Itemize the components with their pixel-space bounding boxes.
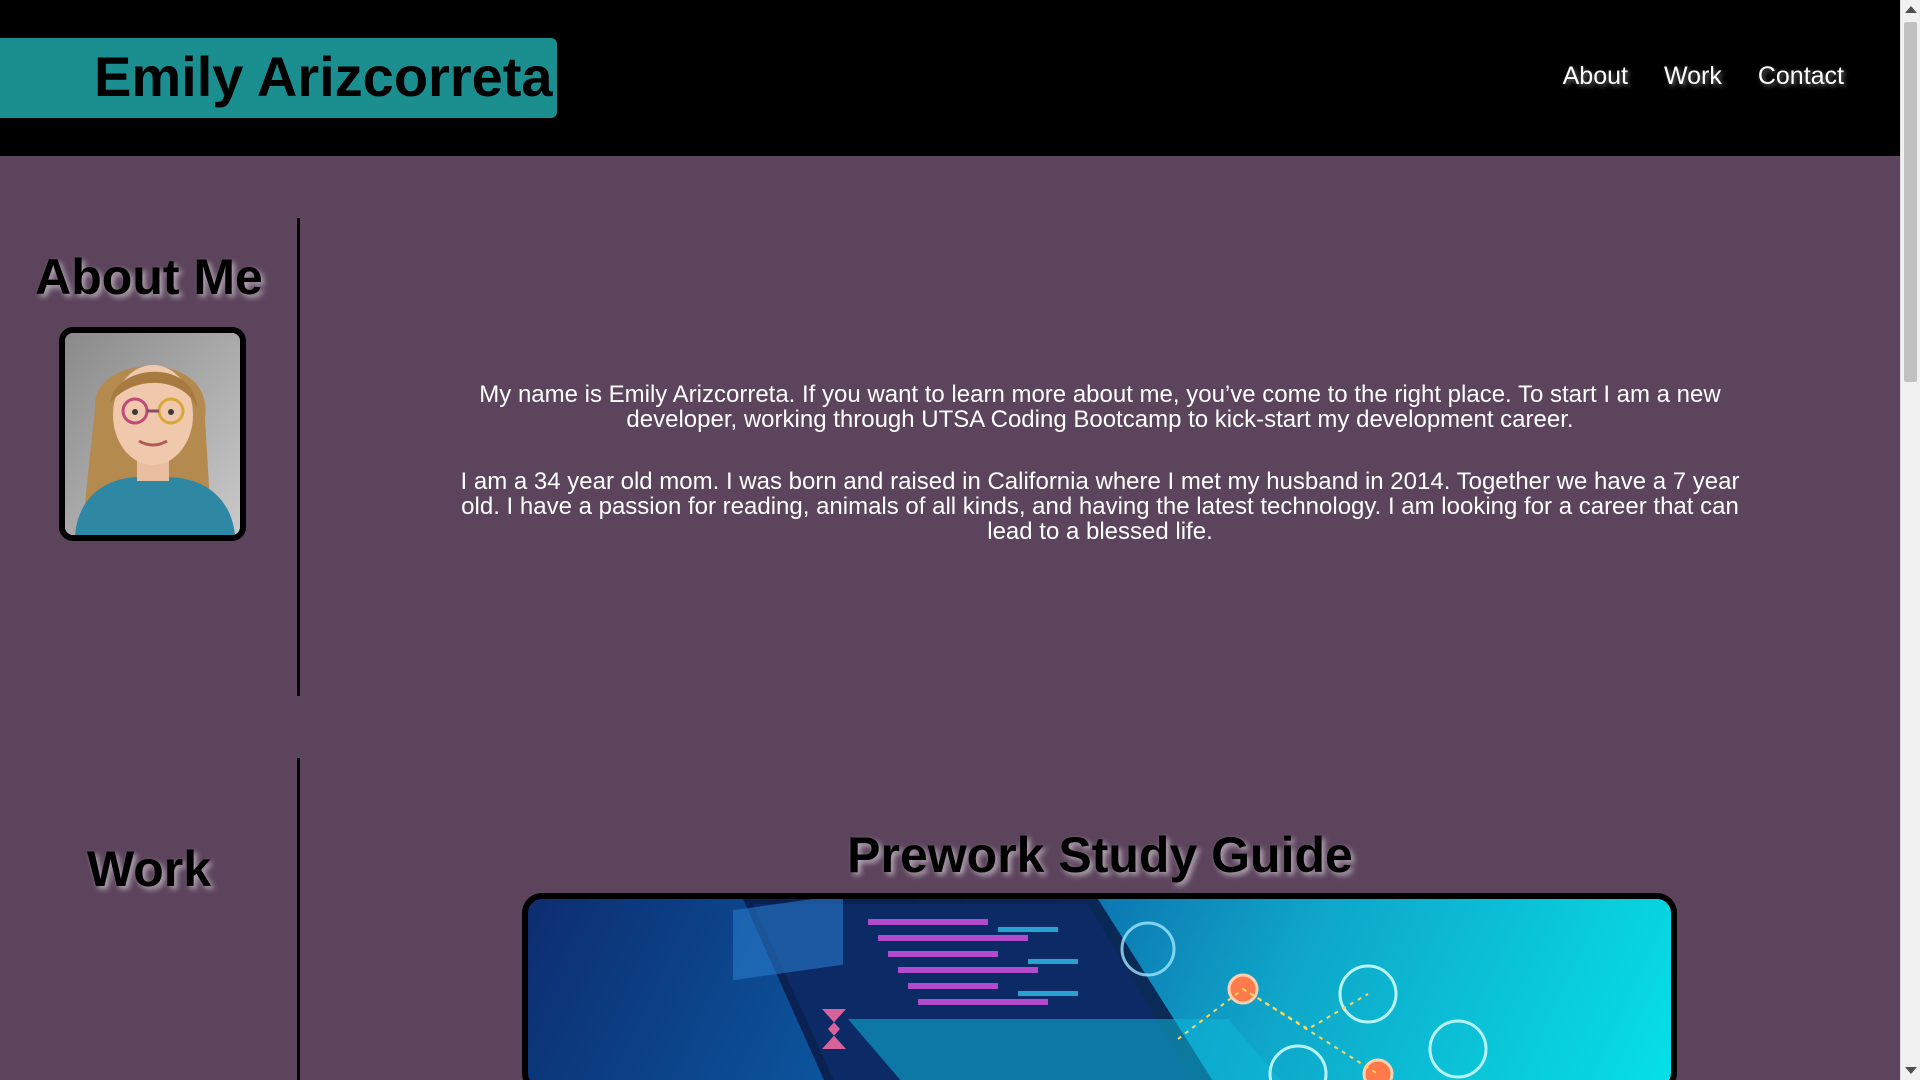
site-header: Emily Arizcorreta About Work Contact [0,0,1900,156]
nav-contact-link[interactable]: Contact [1758,62,1844,91]
nav-about-link[interactable]: About [1563,62,1628,91]
scrollbar[interactable] [1900,0,1920,1080]
scroll-up-icon[interactable] [1905,6,1917,13]
site-title: Emily Arizcorreta [94,45,553,108]
work-heading: Work [86,841,212,897]
avatar [59,327,246,541]
about-divider [297,218,300,696]
about-heading: About Me [35,249,263,305]
project-card-prework[interactable] [522,893,1677,1080]
profile-photo-icon [65,333,240,535]
main-nav: About Work Contact [1563,62,1844,91]
about-text: My name is Emily Arizcorreta. If you wan… [440,382,1760,581]
scroll-thumb[interactable] [1904,22,1917,382]
about-paragraph-1: My name is Emily Arizcorreta. If you wan… [479,381,1721,433]
name-banner: Emily Arizcorreta [0,38,557,118]
nav-work-link[interactable]: Work [1664,62,1722,91]
scroll-down-icon[interactable] [1905,1067,1917,1074]
project-title: Prework Study Guide [847,827,1353,883]
work-divider [297,758,300,1080]
about-paragraph-2: I am a 34 year old mom. I was born and r… [460,468,1740,545]
project-thumbnail-icon [733,899,1488,1080]
